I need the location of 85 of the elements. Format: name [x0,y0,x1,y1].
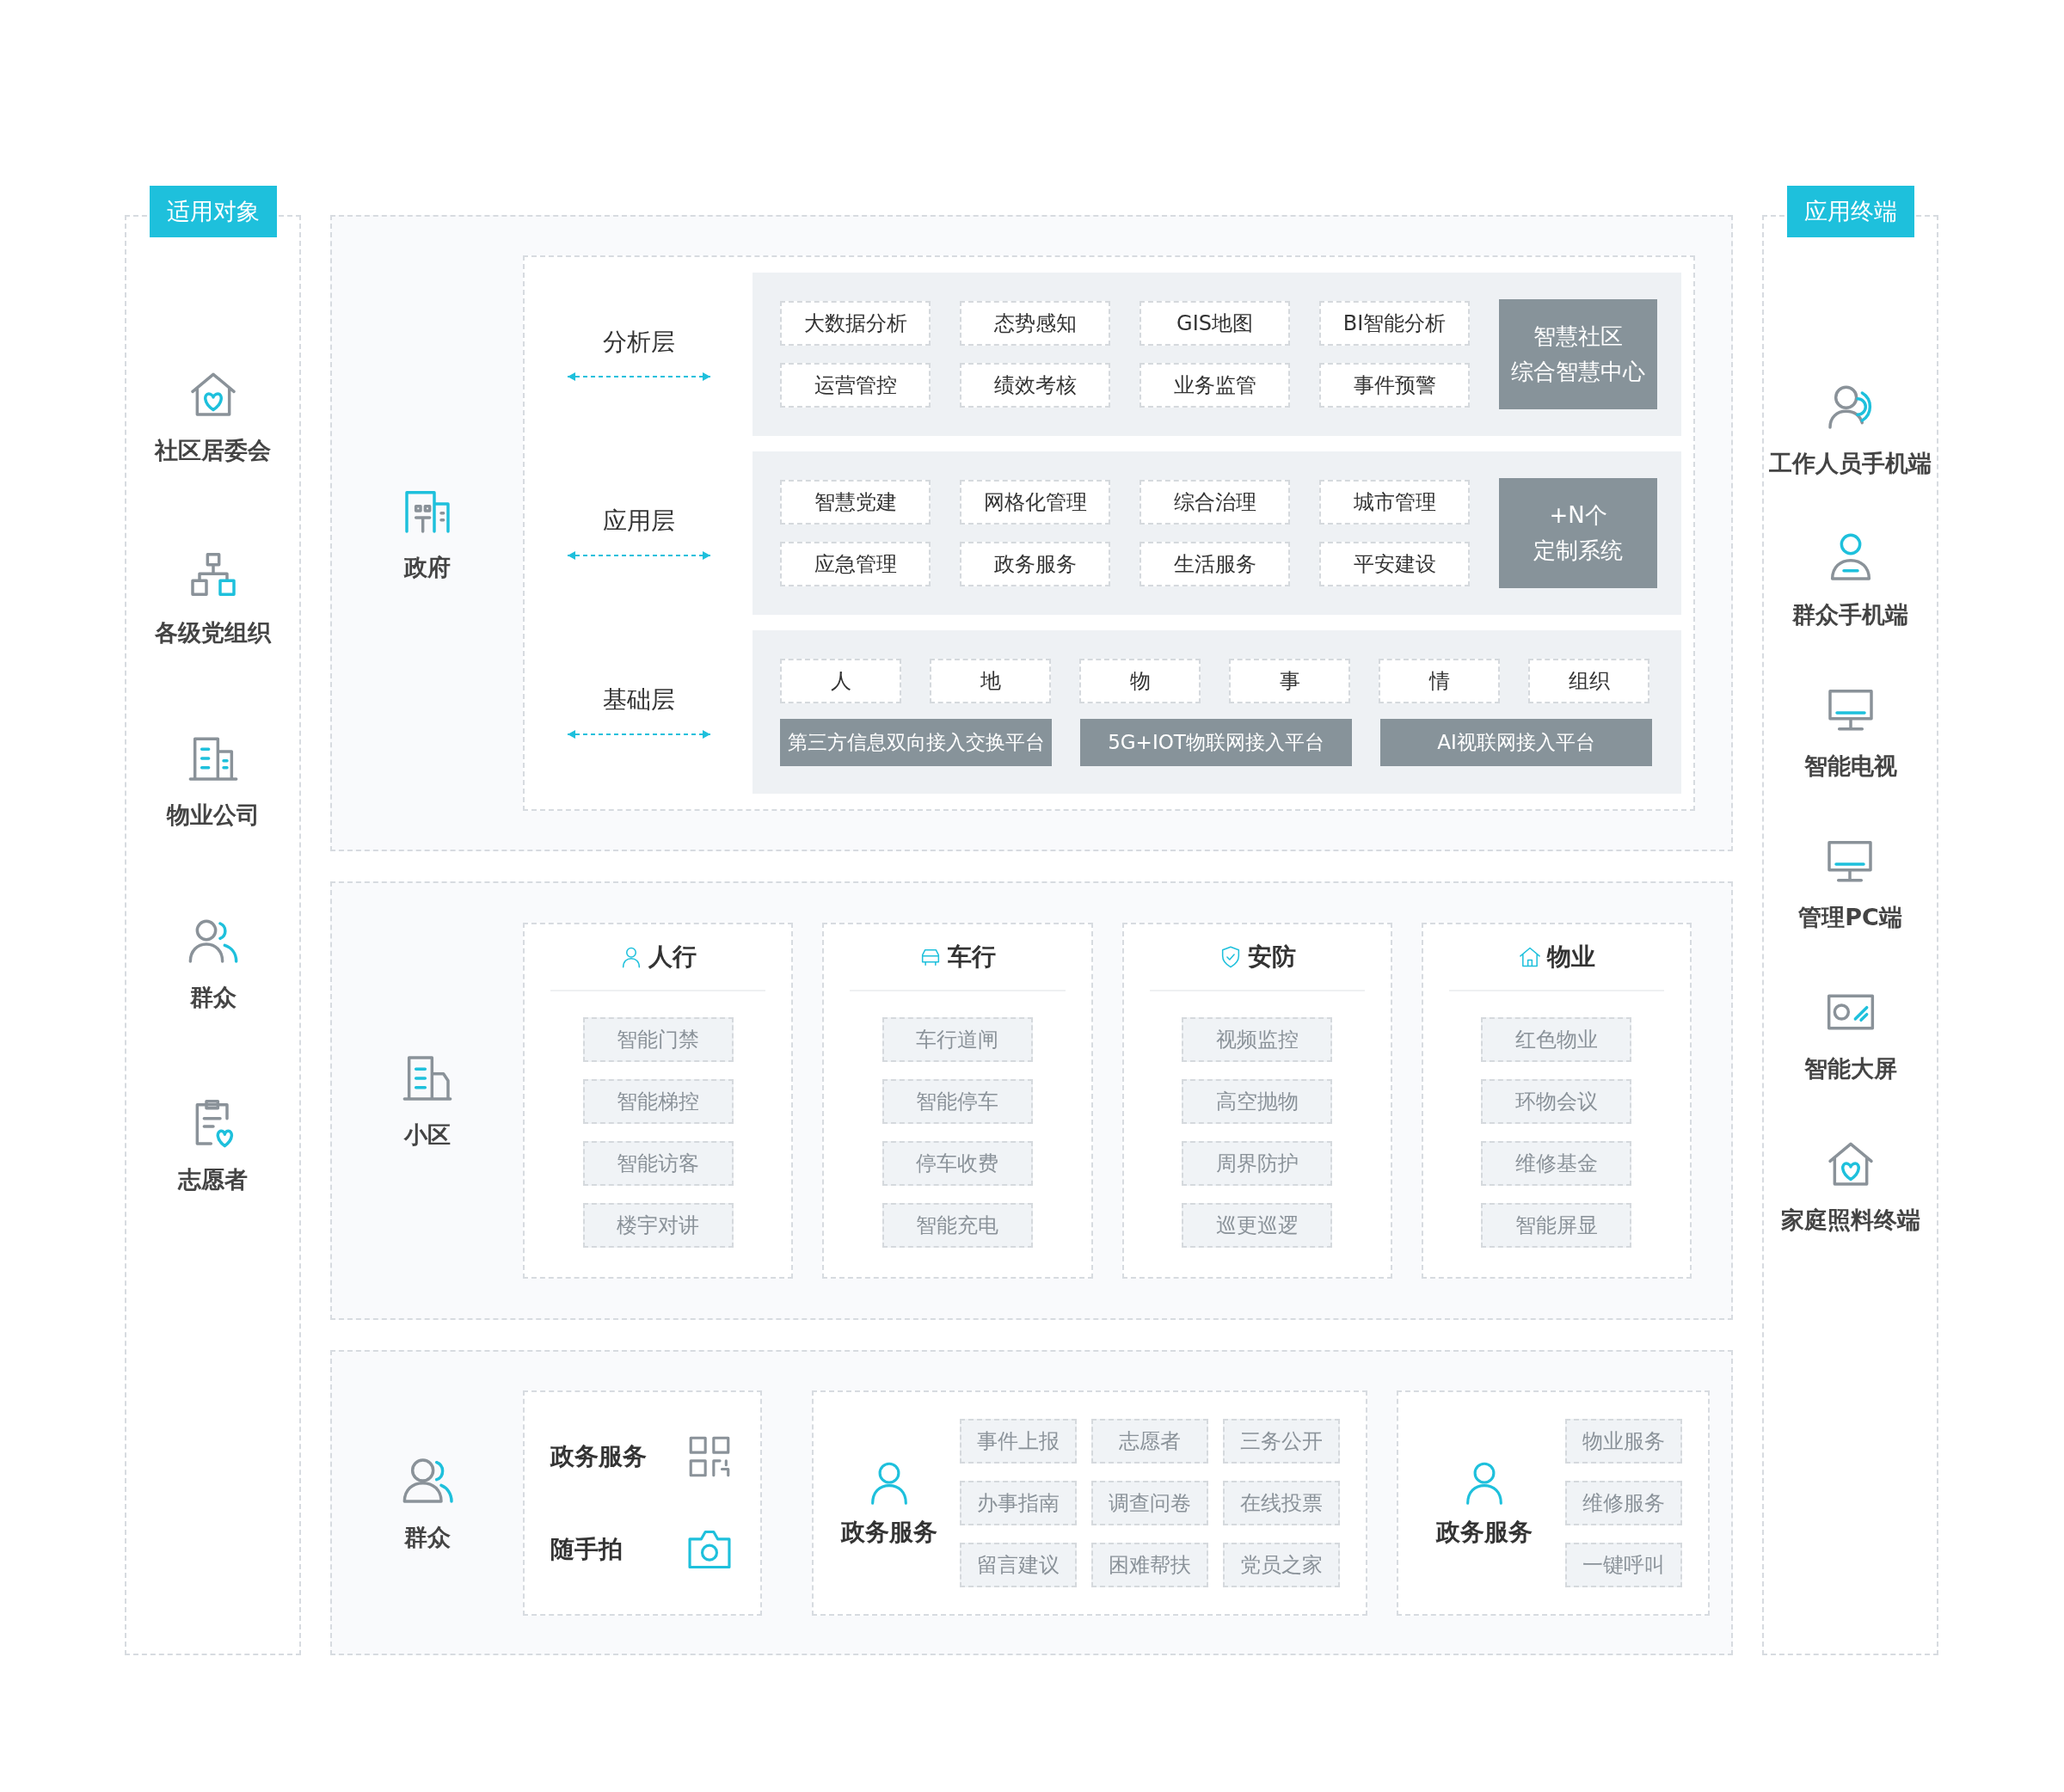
category-title: 人行 [648,942,697,973]
platform-bar: 5G+IOT物联网接入平台 [1080,718,1352,766]
terminal-label: 智能电视 [1803,752,1897,781]
feature-chip: 智能屏显 [1481,1203,1632,1248]
house-icon [1517,945,1542,969]
category-title: 安防 [1247,942,1296,973]
module-chip: 态势感知 [960,301,1110,346]
user-group-label: 志愿者 [178,1165,248,1194]
service-chip: 志愿者 [1091,1418,1208,1464]
terminal-label: 群众手机端 [1792,600,1908,629]
service-chip: 办事指南 [960,1480,1077,1525]
element-chip: 人 [780,658,901,703]
feature-chip: 维修基金 [1481,1141,1632,1186]
element-chip: 物 [1079,658,1201,703]
service-chip: 一键呼叫 [1565,1542,1682,1587]
module-chip: GIS地图 [1140,301,1290,346]
entry-label: 政务服务 [550,1440,647,1472]
service-chip: 党员之家 [1223,1542,1340,1587]
service-chip: 调查问卷 [1091,1480,1208,1525]
feature-chip: 车行道闸 [882,1017,1033,1062]
service-chip: 在线投票 [1223,1480,1340,1525]
module-chip: 城市管理 [1319,480,1470,525]
service-title: 政务服务 [1436,1516,1533,1548]
platform-bar: AI视联网接入平台 [1380,718,1652,766]
service-chip: 事件上报 [960,1418,1077,1464]
feature-chip: 周界防护 [1182,1141,1333,1186]
feature-chip: 智能访客 [582,1141,734,1186]
section-badge: 适用对象 [149,186,277,237]
feature-chip: 高空抛物 [1182,1079,1333,1124]
module-chip: 绩效考核 [960,363,1110,408]
category-title: 物业 [1546,942,1595,973]
module-chip: 网格化管理 [960,480,1110,525]
highlight-text: 综合智慧中心 [1511,358,1645,386]
module-chip: 生活服务 [1140,542,1290,586]
entry-label: 随手拍 [550,1533,623,1565]
highlight-text: 智慧社区 [1533,322,1623,351]
service-title: 政务服务 [841,1516,937,1548]
layer-title: 分析层 [602,327,675,358]
layer-title: 应用层 [602,506,675,537]
terminal-label: 家庭照料终端 [1780,1206,1920,1235]
feature-chip: 红色物业 [1481,1017,1632,1062]
service-chip: 留言建议 [960,1542,1077,1587]
user-group-label: 物业公司 [166,801,260,830]
section-label: 政府 [404,553,451,582]
service-chip: 困难帮扶 [1091,1542,1208,1587]
module-chip: BI智能分析 [1319,301,1470,346]
element-chip: 事 [1229,658,1350,703]
feature-chip: 巡更巡逻 [1182,1203,1333,1248]
layer-title: 基础层 [602,684,675,715]
feature-chip: 智能充电 [882,1203,1033,1248]
feature-chip: 停车收费 [882,1141,1033,1186]
section-badge: 应用终端 [1786,186,1914,237]
module-chip: 应急管理 [780,542,931,586]
module-chip: 政务服务 [960,542,1110,586]
feature-chip: 楼宇对讲 [582,1203,734,1248]
user-group-label: 各级党组织 [155,618,271,647]
module-chip: 大数据分析 [780,301,931,346]
highlight-text: +N个 [1549,501,1607,530]
feature-chip: 环物会议 [1481,1079,1632,1124]
highlight-text: 定制系统 [1533,537,1623,565]
module-chip: 业务监管 [1140,363,1290,408]
module-chip: 运营管控 [780,363,931,408]
terminal-label: 智能大屏 [1803,1054,1897,1083]
feature-chip: 智能停车 [882,1079,1033,1124]
platform-bar: 第三方信息双向接入交换平台 [780,718,1052,766]
service-chip: 三务公开 [1223,1418,1340,1464]
element-chip: 组织 [1528,658,1649,703]
module-chip: 综合治理 [1140,480,1290,525]
module-chip: 事件预警 [1319,363,1470,408]
module-chip: 智慧党建 [780,480,931,525]
category-title: 车行 [948,942,997,973]
section-label: 群众 [404,1522,451,1552]
feature-chip: 视频监控 [1182,1017,1333,1062]
service-chip: 物业服务 [1565,1418,1682,1464]
user-group-label: 社区居委会 [155,436,271,465]
user-group-label: 群众 [189,983,236,1012]
section-label: 小区 [404,1120,451,1150]
module-chip: 平安建设 [1319,542,1470,586]
terminal-label: 工作人员手机端 [1769,449,1932,478]
feature-chip: 智能门禁 [582,1017,734,1062]
element-chip: 地 [930,658,1051,703]
feature-chip: 智能梯控 [582,1079,734,1124]
terminal-label: 管理PC端 [1798,903,1902,932]
element-chip: 情 [1379,658,1500,703]
service-chip: 维修服务 [1565,1480,1682,1525]
